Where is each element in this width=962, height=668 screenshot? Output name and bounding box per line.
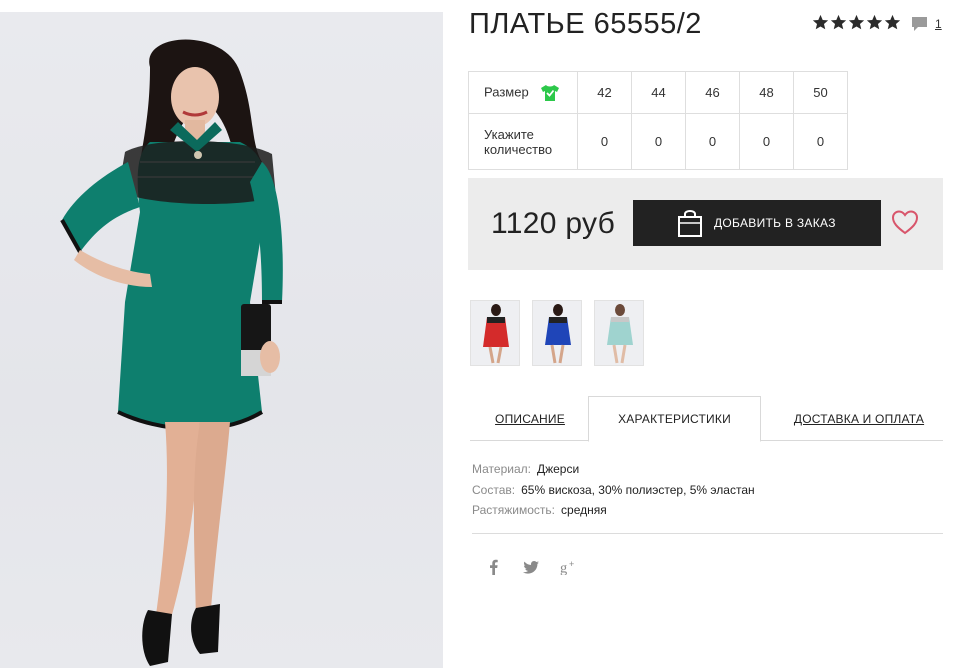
shopping-bag-icon [678, 210, 702, 237]
characteristics-list: Материал: Джерси Состав: 65% вискоза, 30% … [472, 459, 755, 521]
quantity-input[interactable]: 0 [631, 113, 686, 170]
size-row: Размер 42 44 46 48 50 [468, 71, 848, 114]
thumbnail-image [545, 304, 571, 364]
quantity-input[interactable]: 0 [577, 113, 632, 170]
star-icon [848, 14, 865, 30]
add-to-order-button[interactable]: ДОБАВИТЬ В ЗАКАЗ [633, 200, 881, 246]
qty-label-line2: количество [484, 141, 553, 157]
characteristic-value: 65% вискоза, 30% полиэстер, 5% эластан [521, 482, 755, 497]
rating-stars[interactable] [812, 14, 901, 31]
size-chart-shirt-icon[interactable] [540, 84, 560, 102]
tab-description-label: ОПИСАНИЕ [495, 411, 565, 426]
size-cell[interactable]: 48 [739, 71, 794, 114]
characteristic-key: Состав: [472, 482, 516, 497]
divider [472, 533, 943, 534]
characteristic-row: Состав: 65% вискоза, 30% полиэстер, 5% эл… [472, 480, 755, 501]
heart-icon[interactable] [891, 209, 919, 236]
quantity-input[interactable]: 0 [739, 113, 794, 170]
size-row-label: Размер [468, 71, 578, 114]
tab-delivery-payment[interactable]: ДОСТАВКА И ОПЛАТА [770, 396, 948, 441]
buy-box: 1120 руб ДОБАВИТЬ В ЗАКАЗ [468, 178, 943, 270]
thumbnail-red-dress[interactable] [470, 300, 520, 366]
characteristic-row: Растяжимость: средняя [472, 500, 755, 521]
characteristic-key: Материал: [472, 462, 531, 476]
characteristic-value: средняя [561, 503, 607, 517]
size-label: Размер [484, 83, 529, 99]
add-to-order-label: ДОБАВИТЬ В ЗАКАЗ [714, 216, 836, 230]
tab-characteristics-label: ХАРАКТЕРИСТИКИ [618, 412, 731, 426]
social-share: g + [484, 557, 578, 577]
twitter-icon[interactable] [522, 557, 540, 577]
svg-text:g: g [560, 560, 567, 575]
comment-count-link[interactable]: 1 [935, 17, 942, 31]
characteristic-row: Материал: Джерси [472, 459, 755, 480]
product-tabs: ОПИСАНИЕ ХАРАКТЕРИСТИКИ ДОСТАВКА И ОПЛАТ… [470, 396, 943, 442]
star-icon [812, 14, 829, 30]
size-cell[interactable]: 46 [685, 71, 740, 114]
tab-description[interactable]: ОПИСАНИЕ [470, 396, 590, 441]
star-icon [884, 14, 901, 30]
size-cell[interactable]: 44 [631, 71, 686, 114]
tab-characteristics[interactable]: ХАРАКТЕРИСТИКИ [588, 396, 761, 442]
quantity-row-label: Укажите количество [468, 113, 578, 170]
thumbnail-image [483, 304, 509, 364]
size-cell[interactable]: 50 [793, 71, 848, 114]
facebook-icon[interactable] [484, 557, 502, 577]
size-table: Размер 42 44 46 48 50 Укажите количество… [468, 71, 848, 170]
tab-delivery-label: ДОСТАВКА И ОПЛАТА [793, 411, 925, 426]
comment-icon[interactable] [911, 16, 928, 32]
star-icon [830, 14, 847, 30]
dress-model-image [60, 39, 283, 666]
quantity-input[interactable]: 0 [685, 113, 740, 170]
svg-text:+: + [569, 559, 574, 569]
characteristic-key: Растяжимость: [472, 503, 556, 517]
thumbnail-image [607, 304, 633, 364]
thumbnail-blue-dress[interactable] [532, 300, 582, 366]
product-page: ПЛАТЬЕ 65555/2 1 Размер 42 44 46 48 50 У… [0, 0, 962, 668]
product-photo[interactable] [0, 12, 443, 668]
size-cell[interactable]: 42 [577, 71, 632, 114]
color-thumbnails [470, 300, 644, 366]
price: 1120 руб [491, 207, 616, 240]
product-title: ПЛАТЬЕ 65555/2 [469, 8, 702, 40]
thumbnail-mint-dress[interactable] [594, 300, 644, 366]
star-icon [866, 14, 883, 30]
google-plus-icon[interactable]: g + [560, 557, 578, 577]
quantity-row: Укажите количество 0 0 0 0 0 [468, 113, 848, 170]
quantity-input[interactable]: 0 [793, 113, 848, 170]
characteristic-value: Джерси [536, 462, 580, 476]
qty-label-line1: Укажите [484, 126, 534, 142]
